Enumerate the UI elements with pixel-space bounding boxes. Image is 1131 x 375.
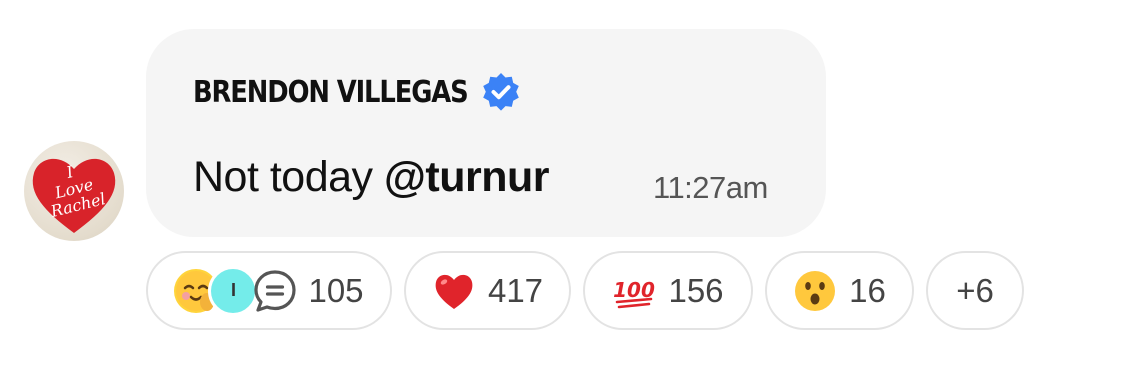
hundred-points-emoji-icon: 100 bbox=[614, 278, 655, 308]
thread-participants: I bbox=[174, 265, 259, 316]
red-heart-emoji-icon bbox=[435, 274, 473, 309]
mention-link[interactable]: @turnur bbox=[384, 153, 550, 201]
heart-count: 417 bbox=[487, 271, 544, 309]
sender-name[interactable]: BRENDON VILLEGAS bbox=[193, 75, 469, 110]
message-bubble[interactable]: BRENDON VILLEGAS Not today @turnur 11:27… bbox=[146, 29, 826, 237]
surprised-count: 16 bbox=[849, 271, 886, 309]
message-text: Not today @turnur bbox=[193, 153, 550, 202]
sender-avatar[interactable]: I Love Rachel bbox=[24, 141, 124, 241]
hundred-points-reaction-button[interactable]: 100 156 bbox=[583, 251, 753, 330]
more-reactions-count: +6 bbox=[956, 271, 994, 309]
more-reactions-button[interactable]: +6 bbox=[926, 251, 1024, 330]
thread-replies-button[interactable]: I 105 bbox=[146, 251, 392, 330]
surprised-reaction-button[interactable]: 16 bbox=[765, 251, 914, 330]
verified-badge-icon bbox=[483, 73, 520, 111]
surprised-face-emoji-icon bbox=[795, 270, 836, 311]
reaction-bar: I 105 417 100 156 16 +6 bbox=[146, 251, 1024, 330]
message-timestamp: 11:27am bbox=[653, 170, 768, 205]
message-body: Not today bbox=[193, 153, 384, 201]
hundred-points-count: 156 bbox=[668, 271, 724, 309]
thread-count: 105 bbox=[308, 271, 364, 309]
chat-bubble-icon bbox=[254, 269, 297, 312]
participant-avatar: I bbox=[208, 265, 259, 316]
sender-header: BRENDON VILLEGAS bbox=[193, 71, 522, 113]
heart-reaction-button[interactable]: 417 bbox=[404, 251, 571, 330]
